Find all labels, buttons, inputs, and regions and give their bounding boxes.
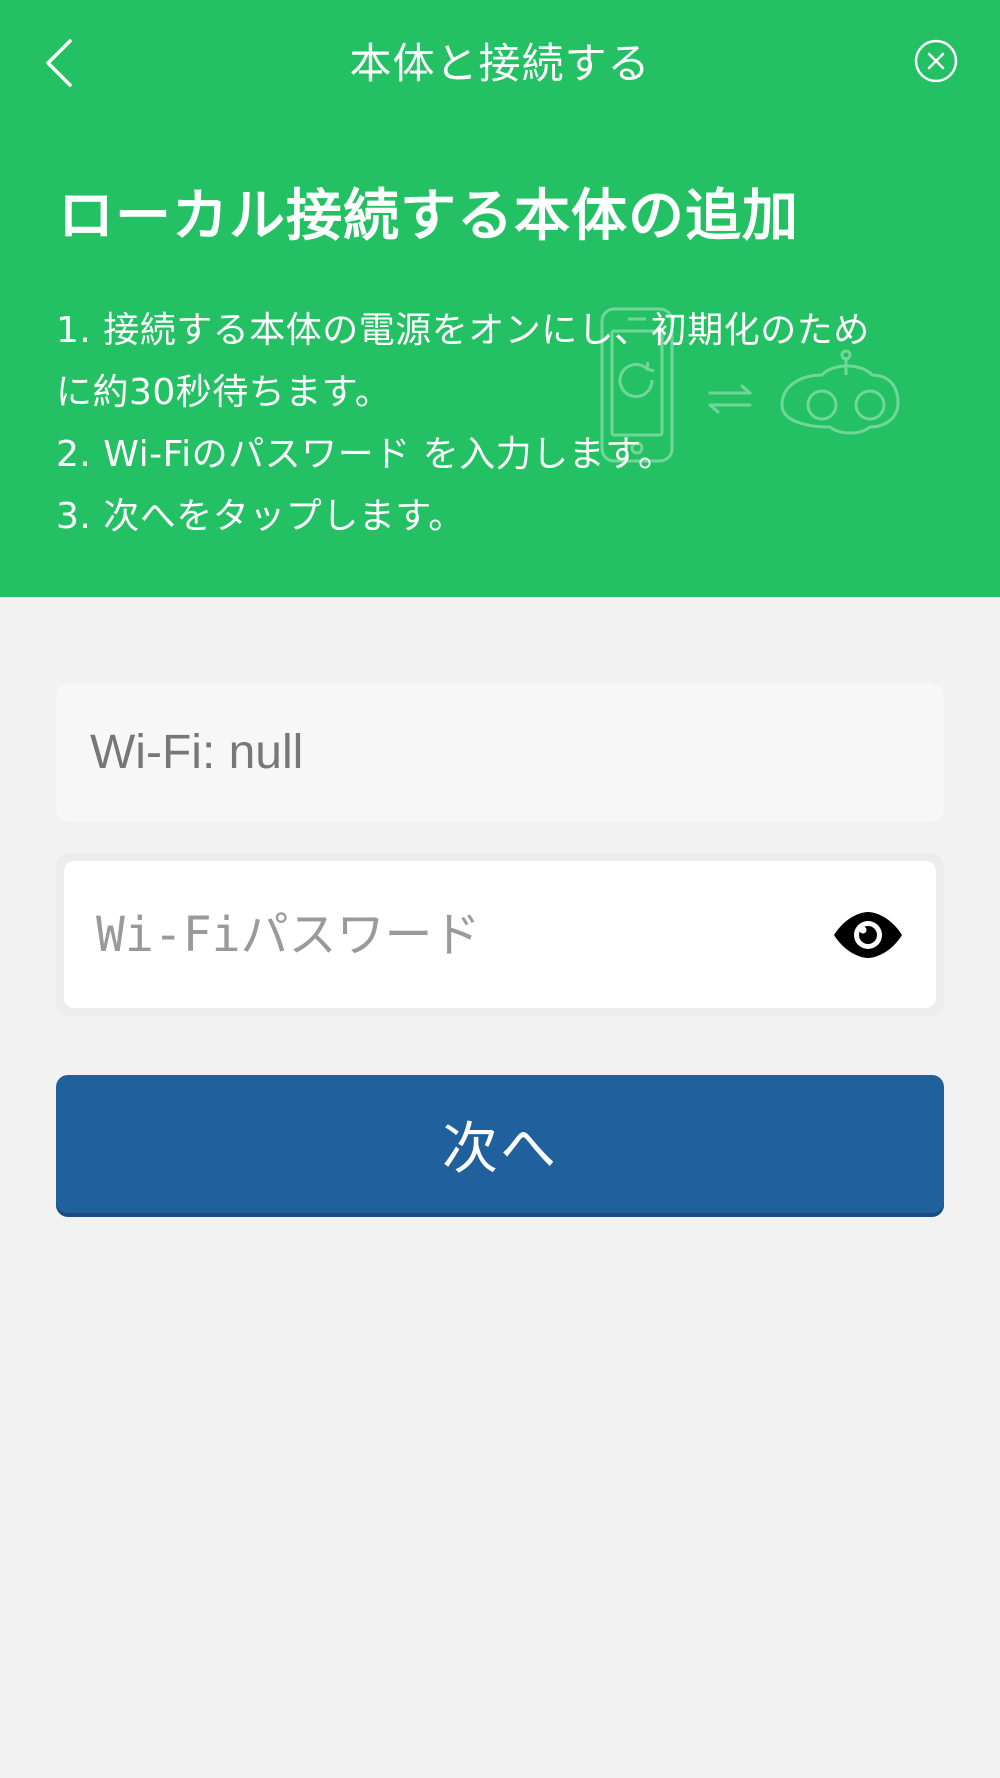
close-circle-icon bbox=[914, 39, 958, 83]
page-title: 本体と接続する bbox=[349, 39, 651, 88]
section-heading: ローカル接続する本体の追加 bbox=[58, 184, 799, 249]
next-button[interactable]: 次へ bbox=[56, 1075, 944, 1213]
instruction-line: 3. 次へをタップします。 bbox=[56, 496, 465, 537]
instruction-line: 2. Wi-Fiのパスワード を入力します。 bbox=[56, 434, 675, 475]
app-screen: 本体と接続する ローカル接続する本体の追加 1. 接続する本体の電源をオンにし、… bbox=[0, 0, 1000, 1778]
navigation-bar: 本体と接続する bbox=[0, 0, 1000, 130]
wifi-ssid-field: Wi-Fi: null bbox=[56, 683, 944, 822]
toggle-password-visibility-button[interactable] bbox=[832, 905, 904, 965]
password-field-inner bbox=[64, 861, 936, 1008]
password-field-container bbox=[56, 853, 944, 1016]
instruction-line: に約30秒待ちます。 bbox=[56, 372, 392, 413]
instruction-line: 1. 接続する本体の電源をオンにし、初期化のため bbox=[56, 310, 870, 351]
instruction-list: 1. 接続する本体の電源をオンにし、初期化のため に約30秒待ちます。 2. W… bbox=[56, 300, 956, 548]
header-panel: 本体と接続する ローカル接続する本体の追加 1. 接続する本体の電源をオンにし、… bbox=[0, 0, 1000, 597]
eye-icon bbox=[834, 912, 902, 958]
wifi-password-input[interactable] bbox=[64, 861, 804, 1008]
close-button[interactable] bbox=[913, 38, 959, 84]
